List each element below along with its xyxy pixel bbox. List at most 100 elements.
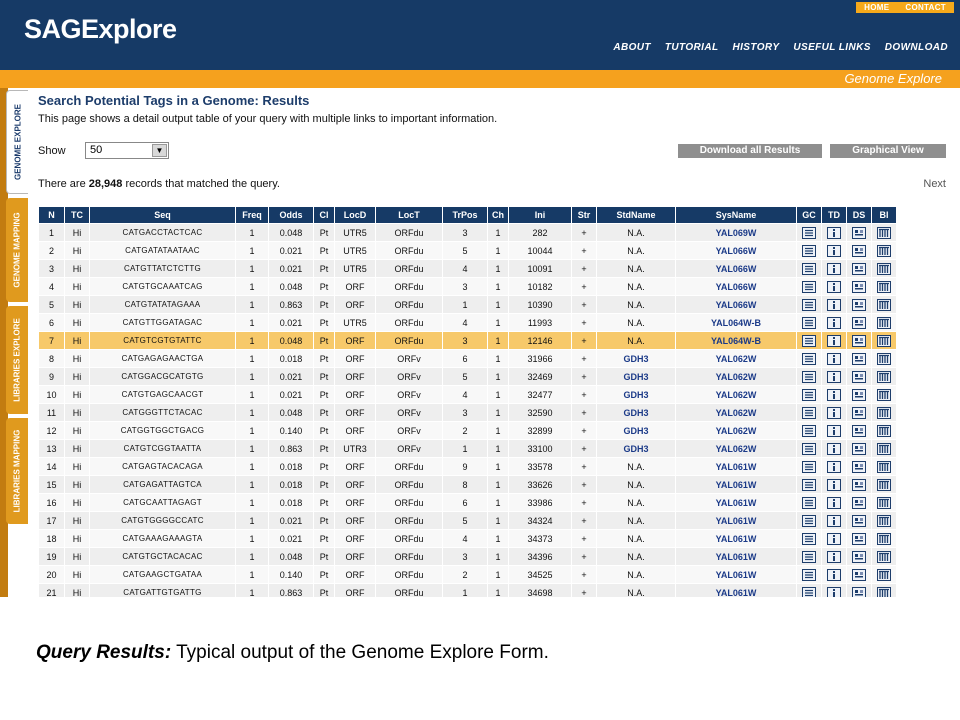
dataset-icon[interactable] bbox=[852, 478, 866, 491]
list-icon[interactable] bbox=[802, 352, 816, 365]
dataset-icon[interactable] bbox=[852, 262, 866, 275]
dataset-icon[interactable] bbox=[852, 460, 866, 473]
dataset-icon[interactable] bbox=[852, 514, 866, 527]
blast-icon[interactable] bbox=[877, 442, 891, 455]
list-icon[interactable] bbox=[802, 424, 816, 437]
list-icon[interactable] bbox=[802, 334, 816, 347]
download-all-button[interactable]: Download all Results bbox=[678, 144, 822, 158]
list-icon[interactable] bbox=[802, 532, 816, 545]
cell-sysname[interactable]: YAL064W-B bbox=[676, 314, 796, 331]
info-icon[interactable] bbox=[827, 334, 841, 347]
dataset-icon[interactable] bbox=[852, 334, 866, 347]
info-icon[interactable] bbox=[827, 298, 841, 311]
cell-sysname[interactable]: YAL061W bbox=[676, 530, 796, 547]
nav-tutorial[interactable]: TUTORIAL bbox=[665, 42, 719, 53]
blast-icon[interactable] bbox=[877, 298, 891, 311]
cell-stdname[interactable]: GDH3 bbox=[597, 350, 675, 367]
dataset-icon[interactable] bbox=[852, 568, 866, 581]
blast-icon[interactable] bbox=[877, 496, 891, 509]
info-icon[interactable] bbox=[827, 244, 841, 257]
blast-icon[interactable] bbox=[877, 478, 891, 491]
blast-icon[interactable] bbox=[877, 244, 891, 257]
info-icon[interactable] bbox=[827, 370, 841, 383]
cell-sysname[interactable]: YAL066W bbox=[676, 278, 796, 295]
blast-icon[interactable] bbox=[877, 334, 891, 347]
blast-icon[interactable] bbox=[877, 280, 891, 293]
dataset-icon[interactable] bbox=[852, 298, 866, 311]
cell-sysname[interactable]: YAL061W bbox=[676, 566, 796, 583]
cell-sysname[interactable]: YAL066W bbox=[676, 242, 796, 259]
info-icon[interactable] bbox=[827, 496, 841, 509]
contact-link[interactable]: CONTACT bbox=[897, 2, 954, 13]
list-icon[interactable] bbox=[802, 406, 816, 419]
graphical-view-button[interactable]: Graphical View bbox=[830, 144, 946, 158]
cell-stdname[interactable]: GDH3 bbox=[597, 404, 675, 421]
cell-sysname[interactable]: YAL062W bbox=[676, 350, 796, 367]
info-icon[interactable] bbox=[827, 550, 841, 563]
dataset-icon[interactable] bbox=[852, 532, 866, 545]
list-icon[interactable] bbox=[802, 298, 816, 311]
cell-sysname[interactable]: YAL062W bbox=[676, 404, 796, 421]
info-icon[interactable] bbox=[827, 316, 841, 329]
dataset-icon[interactable] bbox=[852, 280, 866, 293]
dataset-icon[interactable] bbox=[852, 550, 866, 563]
cell-sysname[interactable]: YAL066W bbox=[676, 260, 796, 277]
dataset-icon[interactable] bbox=[852, 352, 866, 365]
cell-sysname[interactable]: YAL064W-B bbox=[676, 332, 796, 349]
cell-sysname[interactable]: YAL061W bbox=[676, 476, 796, 493]
tab-libraries-explore[interactable]: LIBRARIES EXPLORE bbox=[6, 306, 28, 414]
chevron-down-icon[interactable]: ▼ bbox=[152, 144, 167, 157]
list-icon[interactable] bbox=[802, 316, 816, 329]
dataset-icon[interactable] bbox=[852, 442, 866, 455]
cell-sysname[interactable]: YAL061W bbox=[676, 494, 796, 511]
info-icon[interactable] bbox=[827, 514, 841, 527]
cell-sysname[interactable]: YAL061W bbox=[676, 512, 796, 529]
blast-icon[interactable] bbox=[877, 424, 891, 437]
cell-sysname[interactable]: YAL069W bbox=[676, 224, 796, 241]
blast-icon[interactable] bbox=[877, 370, 891, 383]
cell-sysname[interactable]: YAL062W bbox=[676, 386, 796, 403]
dataset-icon[interactable] bbox=[852, 226, 866, 239]
info-icon[interactable] bbox=[827, 568, 841, 581]
blast-icon[interactable] bbox=[877, 226, 891, 239]
list-icon[interactable] bbox=[802, 514, 816, 527]
info-icon[interactable] bbox=[827, 442, 841, 455]
cell-sysname[interactable]: YAL062W bbox=[676, 440, 796, 457]
list-icon[interactable] bbox=[802, 442, 816, 455]
cell-stdname[interactable]: GDH3 bbox=[597, 422, 675, 439]
dataset-icon[interactable] bbox=[852, 244, 866, 257]
nav-about[interactable]: ABOUT bbox=[613, 42, 651, 53]
cell-stdname[interactable]: GDH3 bbox=[597, 440, 675, 457]
list-icon[interactable] bbox=[802, 568, 816, 581]
info-icon[interactable] bbox=[827, 352, 841, 365]
list-icon[interactable] bbox=[802, 244, 816, 257]
dataset-icon[interactable] bbox=[852, 496, 866, 509]
tab-libraries-mapping[interactable]: LIBRARIES MAPPING bbox=[6, 418, 28, 524]
site-logo[interactable]: SAGExplore bbox=[24, 14, 177, 45]
blast-icon[interactable] bbox=[877, 352, 891, 365]
info-icon[interactable] bbox=[827, 424, 841, 437]
dataset-icon[interactable] bbox=[852, 388, 866, 401]
info-icon[interactable] bbox=[827, 406, 841, 419]
cell-sysname[interactable]: YAL062W bbox=[676, 422, 796, 439]
list-icon[interactable] bbox=[802, 226, 816, 239]
tab-genome-mapping[interactable]: GENOME MAPPING bbox=[6, 198, 28, 302]
list-icon[interactable] bbox=[802, 460, 816, 473]
blast-icon[interactable] bbox=[877, 262, 891, 275]
blast-icon[interactable] bbox=[877, 532, 891, 545]
cell-sysname[interactable]: YAL061W bbox=[676, 458, 796, 475]
info-icon[interactable] bbox=[827, 262, 841, 275]
next-link[interactable]: Next bbox=[923, 178, 946, 190]
list-icon[interactable] bbox=[802, 496, 816, 509]
dataset-icon[interactable] bbox=[852, 424, 866, 437]
list-icon[interactable] bbox=[802, 262, 816, 275]
list-icon[interactable] bbox=[802, 370, 816, 383]
nav-history[interactable]: HISTORY bbox=[733, 42, 780, 53]
cell-sysname[interactable]: YAL061W bbox=[676, 584, 796, 597]
info-icon[interactable] bbox=[827, 280, 841, 293]
show-select[interactable]: 50 ▼ bbox=[85, 142, 169, 159]
dataset-icon[interactable] bbox=[852, 406, 866, 419]
cell-sysname[interactable]: YAL066W bbox=[676, 296, 796, 313]
info-icon[interactable] bbox=[827, 532, 841, 545]
blast-icon[interactable] bbox=[877, 406, 891, 419]
